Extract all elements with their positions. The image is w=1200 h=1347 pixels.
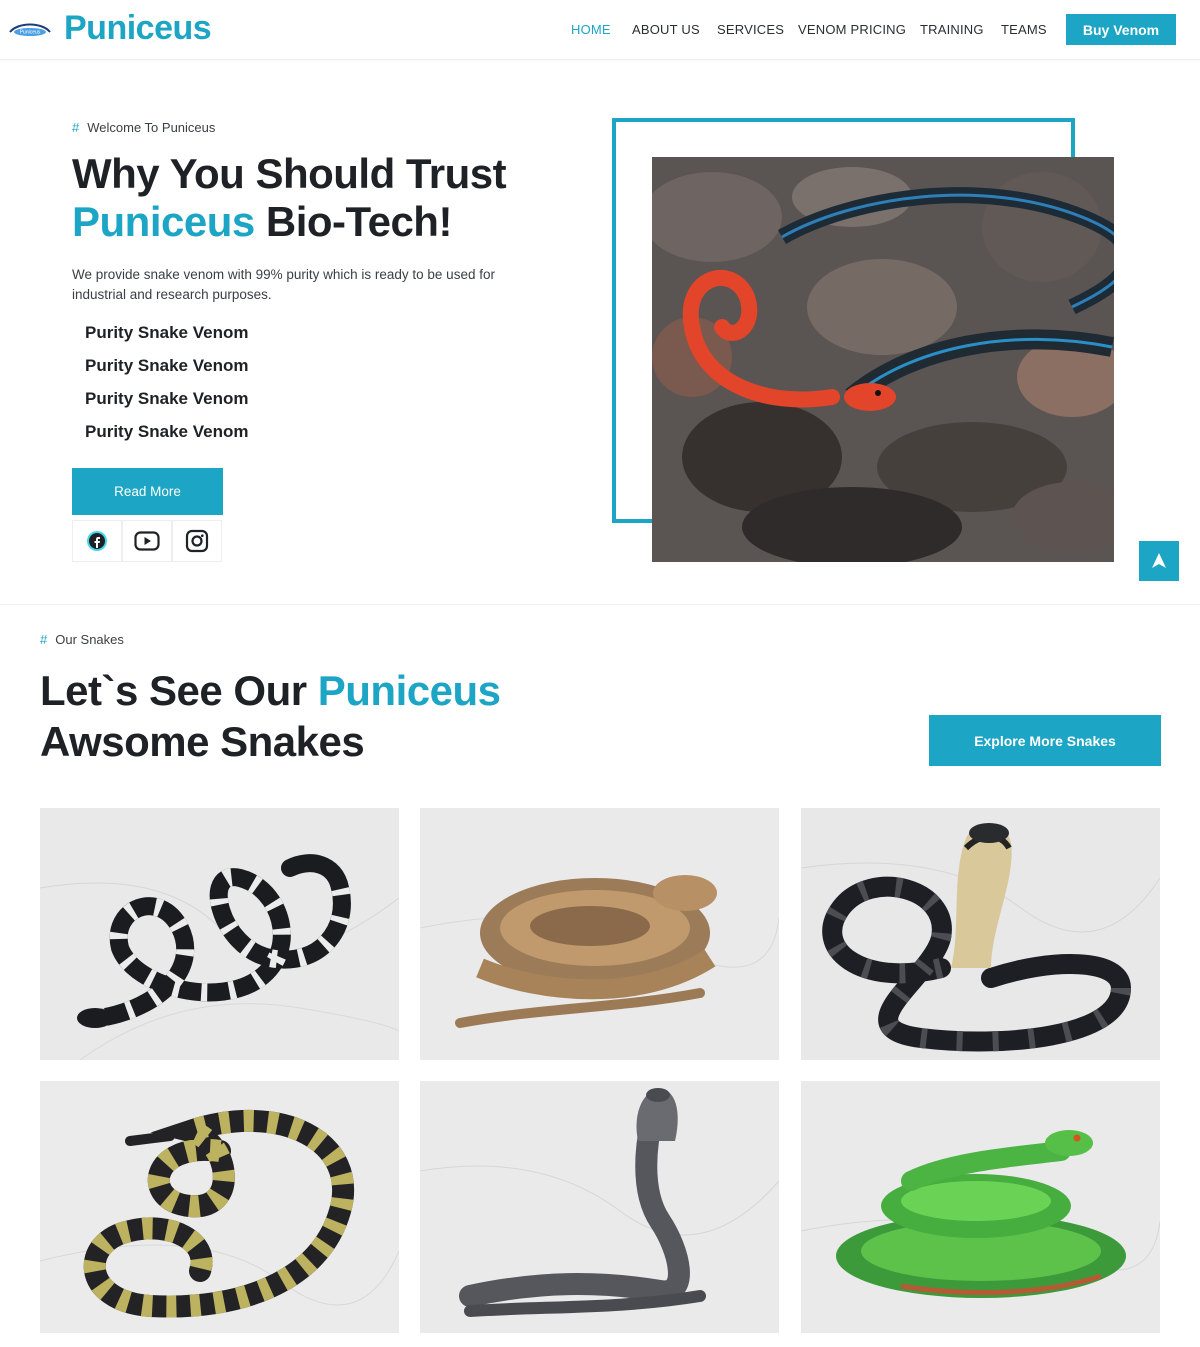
- nav-home[interactable]: HOME: [571, 22, 611, 37]
- snakes-tag-text: Our Snakes: [55, 632, 124, 647]
- feature-item: Purity Snake Venom: [85, 389, 249, 408]
- instagram-icon: [185, 529, 209, 553]
- instagram-link[interactable]: [172, 520, 222, 562]
- snake-card-image[interactable]: [801, 808, 1160, 1060]
- site-header: Puniceus Puniceus HOME ABOUT US SERVICES…: [0, 0, 1200, 60]
- logo-icon[interactable]: Puniceus: [8, 20, 52, 40]
- hero-title: Why You Should Trust Puniceus Bio-Tech!: [72, 150, 507, 246]
- nav-teams[interactable]: TEAMS: [1001, 22, 1047, 37]
- hash-symbol: #: [72, 120, 80, 135]
- nav-about-us[interactable]: ABOUT US: [632, 22, 700, 37]
- arrow-up-icon: [1152, 553, 1166, 568]
- feature-item: Purity Snake Venom: [85, 422, 249, 441]
- snakes-title-line2: Awsome Snakes: [40, 718, 365, 765]
- hero-title-rest: Bio-Tech!: [265, 198, 453, 245]
- logo-mark-text: Puniceus: [20, 30, 41, 36]
- hero-tag-text: Welcome To Puniceus: [87, 120, 216, 135]
- snakes-tag: # Our Snakes: [40, 632, 124, 647]
- buy-venom-button[interactable]: Buy Venom: [1066, 14, 1176, 45]
- facebook-link[interactable]: [72, 520, 122, 562]
- section-divider: [0, 604, 1200, 605]
- snake-card-image[interactable]: [420, 1081, 779, 1333]
- snakes-title-prefix: Let`s See Our: [40, 667, 307, 714]
- snake-card-image[interactable]: [801, 1081, 1160, 1333]
- feature-item: Purity Snake Venom: [85, 356, 249, 375]
- snakes-title-accent: Puniceus: [317, 667, 501, 714]
- youtube-icon: [134, 531, 160, 551]
- hero-title-line1: Why You Should Trust: [72, 150, 507, 197]
- hero-tag: # Welcome To Puniceus: [72, 120, 215, 135]
- logo-text[interactable]: Puniceus: [64, 9, 212, 48]
- snake-card-image[interactable]: [40, 808, 399, 1060]
- read-more-button[interactable]: Read More: [72, 468, 223, 515]
- snake-card-image[interactable]: [420, 808, 779, 1060]
- nav-venom-pricing[interactable]: VENOM PRICING: [798, 22, 906, 37]
- nav-training[interactable]: TRAINING: [920, 22, 984, 37]
- youtube-link[interactable]: [122, 520, 172, 562]
- explore-more-snakes-button[interactable]: Explore More Snakes: [929, 715, 1161, 766]
- facebook-icon: [87, 531, 107, 551]
- scroll-to-top-button[interactable]: [1139, 541, 1179, 581]
- hash-symbol: #: [40, 632, 48, 647]
- nav-services[interactable]: SERVICES: [717, 22, 784, 37]
- feature-item: Purity Snake Venom: [85, 323, 249, 342]
- hero-description: We provide snake venom with 99% purity w…: [72, 267, 495, 302]
- hero-snake-image: [652, 157, 1114, 562]
- hero-title-accent: Puniceus: [72, 198, 255, 245]
- snake-card-image[interactable]: [40, 1081, 399, 1333]
- snakes-title: Let`s See Our Puniceus Awsome Snakes: [40, 665, 501, 767]
